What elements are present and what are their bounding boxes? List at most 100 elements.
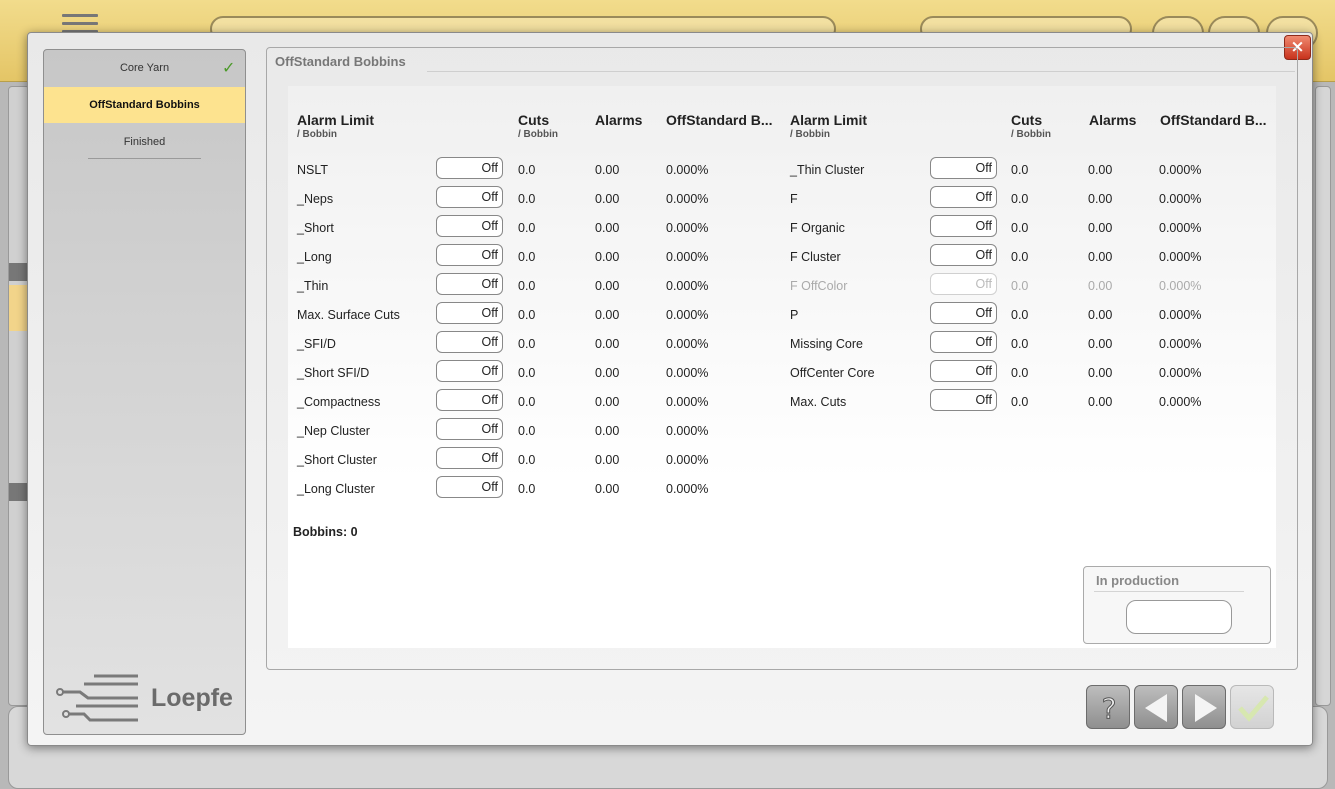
- offstandard-value: 0.000%: [1159, 250, 1202, 264]
- alarm-limit-row: OffCenter Core Off 0.0 0.00 0.000%: [781, 358, 1275, 387]
- finish-button[interactable]: [1230, 685, 1274, 729]
- cuts-value: 0.0: [1011, 163, 1029, 177]
- limit-name: F OffColor: [790, 279, 848, 293]
- alarm-limit-row: _Long Cluster Off 0.0 0.00 0.000%: [288, 474, 782, 503]
- offstandard-value: 0.000%: [1159, 337, 1202, 351]
- cuts-value: 0.0: [518, 337, 536, 351]
- limit-value-field[interactable]: Off: [436, 244, 503, 266]
- alarms-value: 0.00: [595, 279, 620, 293]
- divider: [88, 158, 201, 159]
- alarm-limit-row: NSLT Off 0.0 0.00 0.000%: [288, 155, 782, 184]
- alarm-limit-row: Missing Core Off 0.0 0.00 0.000%: [781, 329, 1275, 358]
- svg-text:?: ?: [1102, 692, 1117, 725]
- header-cuts: Cuts / Bobbin: [1011, 112, 1051, 140]
- alarms-value: 0.00: [1088, 366, 1113, 380]
- limit-value-field[interactable]: Off: [930, 331, 997, 353]
- limit-value-field[interactable]: Off: [436, 273, 503, 295]
- limit-name: _Short: [297, 221, 334, 235]
- menu-icon: [62, 14, 98, 34]
- alarms-value: 0.00: [595, 337, 620, 351]
- checkmark-icon: ✓: [222, 58, 236, 77]
- limit-name: F: [790, 192, 798, 206]
- cuts-value: 0.0: [518, 482, 536, 496]
- cuts-value: 0.0: [518, 308, 536, 322]
- divider: [1094, 591, 1244, 592]
- page-title: OffStandard Bobbins: [275, 54, 406, 69]
- header-alarms: Alarms: [1089, 112, 1137, 128]
- cuts-value: 0.0: [1011, 221, 1029, 235]
- header-cuts: Cuts / Bobbin: [518, 112, 558, 140]
- offstandard-value: 0.000%: [666, 453, 709, 467]
- alarm-limit-row: _Thin Off 0.0 0.00 0.000%: [288, 271, 782, 300]
- limit-value-field[interactable]: Off: [436, 389, 503, 411]
- offstandard-value: 0.000%: [1159, 221, 1202, 235]
- help-button[interactable]: ?: [1086, 685, 1130, 729]
- cuts-value: 0.0: [518, 424, 536, 438]
- offstandard-value: 0.000%: [666, 308, 709, 322]
- header-offstandard: OffStandard B...: [666, 112, 773, 128]
- step-label: Core Yarn: [119, 62, 170, 74]
- bobbins-count: Bobbins: 0: [293, 525, 358, 539]
- cuts-value: 0.0: [1011, 337, 1029, 351]
- step-finished[interactable]: Finished: [44, 124, 245, 160]
- alarms-value: 0.00: [595, 395, 620, 409]
- limit-value-field[interactable]: Off: [930, 389, 997, 411]
- in-production-group: In production: [1083, 566, 1271, 644]
- wizard-dialog: × Core Yarn ✓ OffStandard Bobbins Finish…: [27, 32, 1313, 746]
- cuts-value: 0.0: [518, 192, 536, 206]
- limit-name: _SFI/D: [297, 337, 336, 351]
- step-core-yarn[interactable]: Core Yarn ✓: [44, 50, 245, 86]
- arrow-left-icon: [1145, 694, 1167, 722]
- limit-value-field[interactable]: Off: [930, 360, 997, 382]
- limit-name: _Thin Cluster: [790, 163, 865, 177]
- limit-name: _Long Cluster: [297, 482, 375, 496]
- limit-value-field[interactable]: Off: [436, 360, 503, 382]
- limit-value-field[interactable]: Off: [436, 418, 503, 440]
- limit-value-field[interactable]: Off: [436, 157, 503, 179]
- step-offstandard-bobbins[interactable]: OffStandard Bobbins: [44, 87, 245, 123]
- alarms-value: 0.00: [1088, 395, 1113, 409]
- offstandard-value: 0.000%: [1159, 163, 1202, 177]
- alarm-limit-row: _Compactness Off 0.0 0.00 0.000%: [288, 387, 782, 416]
- limit-value-field[interactable]: Off: [436, 302, 503, 324]
- alarms-value: 0.00: [595, 163, 620, 177]
- cuts-value: 0.0: [1011, 395, 1029, 409]
- alarms-value: 0.00: [1088, 337, 1113, 351]
- alarm-limits-panel: Alarm Limit / Bobbin Cuts / Bobbin Alarms …: [288, 86, 1276, 648]
- step-label: OffStandard Bobbins: [89, 99, 200, 111]
- in-production-field[interactable]: [1126, 600, 1232, 634]
- limit-value-field[interactable]: Off: [930, 215, 997, 237]
- limit-value-field[interactable]: Off: [436, 186, 503, 208]
- step-label: Finished: [123, 136, 166, 148]
- back-button[interactable]: [1134, 685, 1178, 729]
- alarms-value: 0.00: [595, 308, 620, 322]
- limit-name: _Nep Cluster: [297, 424, 370, 438]
- limit-value-field[interactable]: Off: [930, 302, 997, 324]
- alarm-limit-row: F Off 0.0 0.00 0.000%: [781, 184, 1275, 213]
- limit-value-field[interactable]: Off: [436, 215, 503, 237]
- alarms-value: 0.00: [595, 250, 620, 264]
- offstandard-value: 0.000%: [1159, 279, 1202, 293]
- alarm-limit-row: _Neps Off 0.0 0.00 0.000%: [288, 184, 782, 213]
- limit-name: P: [790, 308, 799, 322]
- cuts-value: 0.0: [518, 221, 536, 235]
- header-alarm-limit: Alarm Limit / Bobbin: [790, 112, 868, 140]
- alarm-limit-row: _SFI/D Off 0.0 0.00 0.000%: [288, 329, 782, 358]
- limit-value-field[interactable]: Off: [436, 331, 503, 353]
- alarms-value: 0.00: [1088, 163, 1113, 177]
- offstandard-value: 0.000%: [666, 337, 709, 351]
- alarm-limit-row: P Off 0.0 0.00 0.000%: [781, 300, 1275, 329]
- limit-name: _Short SFI/D: [297, 366, 370, 380]
- offstandard-value: 0.000%: [1159, 395, 1202, 409]
- limit-value-field[interactable]: Off: [436, 476, 503, 498]
- limit-value-field[interactable]: Off: [436, 447, 503, 469]
- limit-value-field[interactable]: Off: [930, 157, 997, 179]
- next-button[interactable]: [1182, 685, 1226, 729]
- limit-value-field[interactable]: Off: [930, 244, 997, 266]
- limit-name: F Cluster: [790, 250, 841, 264]
- alarm-limit-row: _Long Off 0.0 0.00 0.000%: [288, 242, 782, 271]
- offstandard-value: 0.000%: [666, 279, 709, 293]
- limit-value-field[interactable]: Off: [930, 186, 997, 208]
- alarms-value: 0.00: [1088, 279, 1113, 293]
- wizard-steps-sidebar: Core Yarn ✓ OffStandard Bobbins Finished: [43, 49, 246, 735]
